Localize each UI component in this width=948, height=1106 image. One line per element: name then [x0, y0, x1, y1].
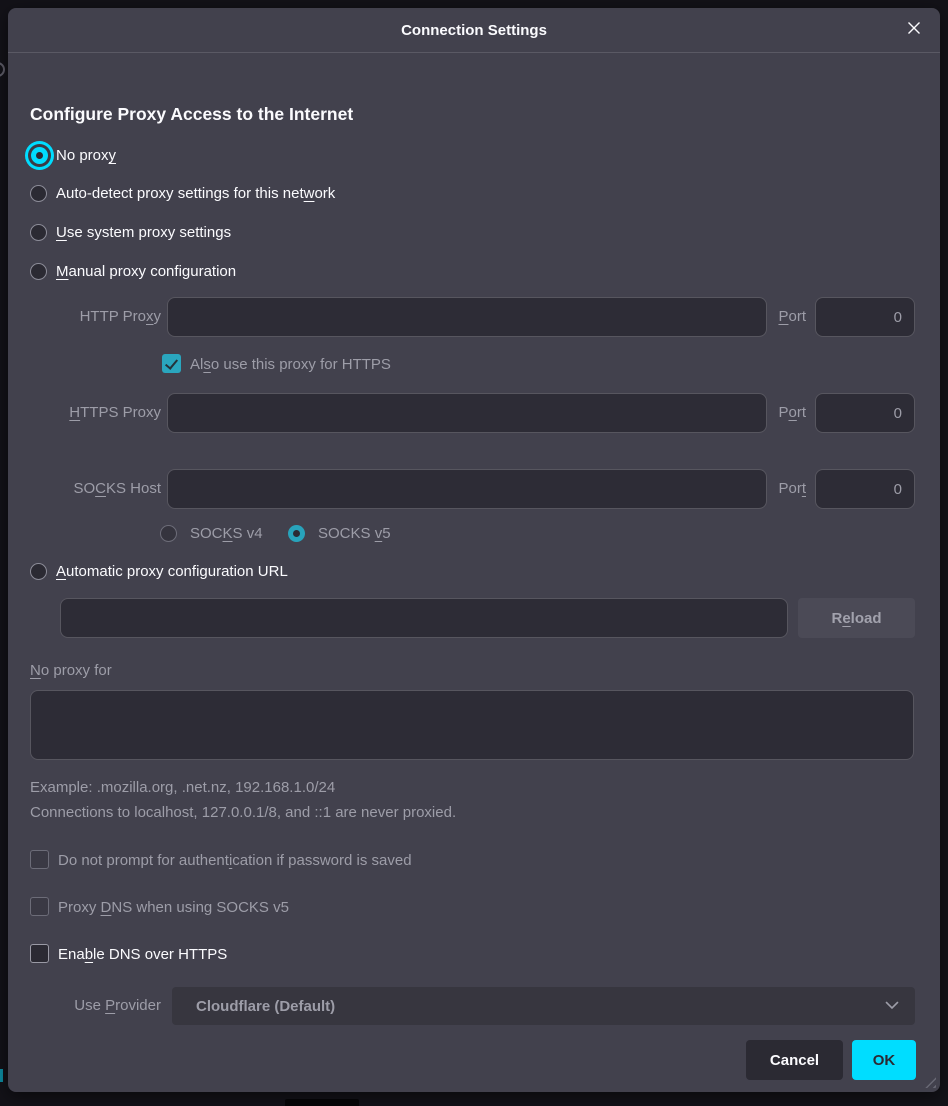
- background-page-artifact: [0, 62, 5, 77]
- radio-socks-v5[interactable]: [288, 525, 305, 542]
- socks-host-label: SOCKS Host: [8, 469, 161, 509]
- dialog-titlebar: Connection Settings: [8, 8, 940, 53]
- ok-button[interactable]: OK: [852, 1040, 916, 1080]
- close-button[interactable]: [902, 18, 926, 42]
- socks-port-label: Port: [770, 469, 806, 509]
- auth-prompt-label[interactable]: Do not prompt for authentication if pass…: [58, 849, 412, 873]
- http-proxy-row: HTTP Proxy Port: [8, 297, 940, 337]
- radio-row-system-proxy: Use system proxy settings: [8, 220, 940, 246]
- doh-provider-row: Use Provider Cloudflare (Default): [8, 987, 940, 1025]
- also-https-label[interactable]: Also use this proxy for HTTPS: [190, 353, 391, 377]
- doh-provider-value: Cloudflare (Default): [196, 998, 885, 1015]
- radio-row-auto-detect: Auto-detect proxy settings for this netw…: [8, 181, 940, 207]
- dialog-title: Connection Settings: [401, 22, 547, 39]
- radio-label-socks-v5[interactable]: SOCKS v5: [318, 522, 391, 546]
- auth-prompt-row: Do not prompt for authentication if pass…: [8, 849, 940, 873]
- socks-host-input[interactable]: [167, 469, 767, 509]
- auto-url-input[interactable]: [60, 598, 788, 638]
- socks-port-input[interactable]: [815, 469, 915, 509]
- connection-settings-dialog: Connection Settings Configure Proxy Acce…: [8, 8, 940, 1092]
- enable-doh-row: Enable DNS over HTTPS: [8, 943, 940, 967]
- https-proxy-input[interactable]: [167, 393, 767, 433]
- background-page-artifact: [285, 1099, 359, 1106]
- radio-system-proxy[interactable]: [30, 224, 47, 241]
- radio-label-manual-proxy[interactable]: Manual proxy configuration: [56, 260, 236, 284]
- no-proxy-for-textarea[interactable]: [30, 690, 914, 760]
- radio-no-proxy[interactable]: [31, 147, 48, 164]
- https-port-label: Port: [770, 393, 806, 433]
- dialog-footer: Cancel OK: [8, 1040, 940, 1080]
- http-proxy-label: HTTP Proxy: [8, 297, 161, 337]
- https-proxy-label: HTTPS Proxy: [8, 393, 161, 433]
- enable-doh-label[interactable]: Enable DNS over HTTPS: [58, 943, 227, 967]
- reload-button[interactable]: Reload: [798, 598, 915, 638]
- radio-socks-v4[interactable]: [160, 525, 177, 542]
- doh-provider-select[interactable]: Cloudflare (Default): [172, 987, 915, 1025]
- radio-label-auto-url[interactable]: Automatic proxy configuration URL: [56, 560, 288, 584]
- radio-label-socks-v4[interactable]: SOCKS v4: [190, 522, 263, 546]
- radio-label-no-proxy[interactable]: No proxy: [56, 144, 116, 168]
- no-proxy-for-row: No proxy for: [8, 659, 940, 683]
- radio-label-auto-detect[interactable]: Auto-detect proxy settings for this netw…: [56, 182, 335, 206]
- cancel-button[interactable]: Cancel: [746, 1040, 843, 1080]
- auto-url-row: Reload: [8, 598, 940, 638]
- socks-host-row: SOCKS Host Port: [8, 469, 940, 509]
- page-title: Configure Proxy Access to the Internet: [30, 104, 353, 125]
- example-hint-row: Example: .mozilla.org, .net.nz, 192.168.…: [8, 776, 940, 800]
- no-proxy-for-label: No proxy for: [30, 659, 112, 683]
- radio-manual-proxy[interactable]: [30, 263, 47, 280]
- enable-doh-checkbox[interactable]: [30, 944, 49, 963]
- localhost-hint: Connections to localhost, 127.0.0.1/8, a…: [30, 801, 456, 825]
- http-port-label: Port: [770, 297, 806, 337]
- background-page-artifact: [0, 1069, 3, 1082]
- radio-row-no-proxy: No proxy: [8, 143, 940, 169]
- proxy-dns-checkbox[interactable]: [30, 897, 49, 916]
- https-port-input[interactable]: [815, 393, 915, 433]
- close-icon: [906, 20, 922, 41]
- radio-row-manual-proxy: Manual proxy configuration: [8, 259, 940, 285]
- http-port-input[interactable]: [815, 297, 915, 337]
- localhost-hint-row: Connections to localhost, 127.0.0.1/8, a…: [8, 801, 940, 825]
- doh-provider-label: Use Provider: [8, 987, 161, 1025]
- auth-prompt-checkbox[interactable]: [30, 850, 49, 869]
- also-https-row: Also use this proxy for HTTPS: [8, 353, 940, 377]
- chevron-down-icon: [885, 997, 899, 1015]
- radio-auto-detect[interactable]: [30, 185, 47, 202]
- also-https-checkbox[interactable]: [162, 354, 181, 373]
- proxy-dns-label[interactable]: Proxy DNS when using SOCKS v5: [58, 896, 289, 920]
- radio-label-system-proxy[interactable]: Use system proxy settings: [56, 221, 231, 245]
- http-proxy-input[interactable]: [167, 297, 767, 337]
- https-proxy-row: HTTPS Proxy Port: [8, 393, 940, 433]
- example-hint: Example: .mozilla.org, .net.nz, 192.168.…: [30, 776, 335, 800]
- socks-version-row: SOCKS v4 SOCKS v5: [8, 522, 940, 546]
- radio-row-auto-url: Automatic proxy configuration URL: [8, 559, 940, 585]
- radio-auto-url[interactable]: [30, 563, 47, 580]
- proxy-dns-row: Proxy DNS when using SOCKS v5: [8, 896, 940, 920]
